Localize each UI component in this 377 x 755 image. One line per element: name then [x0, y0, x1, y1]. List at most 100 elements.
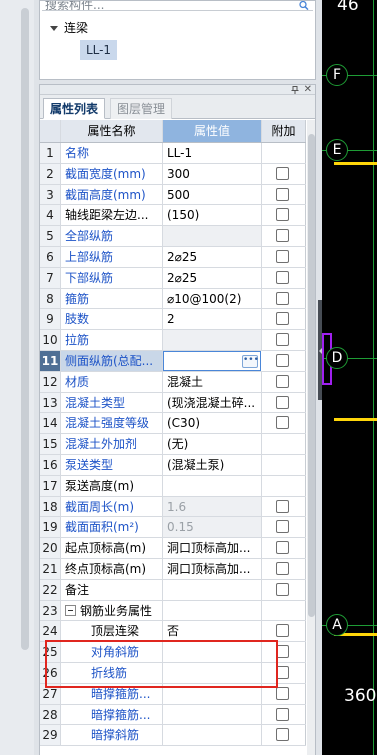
row-number: 22: [40, 579, 61, 600]
attach-checkbox[interactable]: [276, 728, 289, 742]
table-row[interactable]: 11 侧面纵筋(总配... •••: [40, 350, 306, 372]
property-value[interactable]: 0.15: [163, 517, 262, 538]
table-row[interactable]: 23 钢筋业务属性: [40, 600, 306, 622]
extra-cell: [262, 350, 306, 371]
property-value[interactable]: 洞口顶标高加...: [163, 558, 262, 579]
cad-canvas[interactable]: 46 F E D A 360: [322, 0, 377, 755]
property-value[interactable]: [163, 226, 262, 246]
table-row[interactable]: 4 轴线距梁左边... (150): [40, 205, 306, 227]
attach-checkbox[interactable]: [276, 499, 289, 513]
table-row[interactable]: 8 箍筋 ⌀10@100(2): [40, 288, 306, 310]
header-extra[interactable]: 附加: [262, 120, 306, 142]
row-number: 23: [40, 600, 61, 621]
attach-checkbox[interactable]: [276, 333, 289, 347]
property-value[interactable]: 2⌀25: [163, 267, 262, 288]
table-row[interactable]: 10 拉筋: [40, 330, 306, 351]
tab-properties[interactable]: 属性列表: [43, 98, 106, 119]
attach-checkbox[interactable]: [276, 707, 289, 721]
attach-checkbox[interactable]: [276, 249, 289, 263]
grid-scrollbar-thumb[interactable]: [308, 134, 315, 617]
attach-checkbox[interactable]: [276, 541, 289, 555]
property-name: 上部纵筋: [61, 246, 163, 267]
row-number: 18: [40, 496, 61, 517]
property-value[interactable]: (150): [163, 205, 262, 226]
header-value[interactable]: 属性值: [163, 120, 262, 142]
property-value[interactable]: [163, 600, 262, 621]
attach-checkbox[interactable]: [276, 187, 289, 201]
table-row[interactable]: 29 暗撑斜筋: [40, 725, 306, 747]
search-icon[interactable]: [299, 1, 309, 10]
collapse-group-icon[interactable]: [65, 604, 76, 616]
property-value[interactable]: [163, 475, 262, 496]
table-row[interactable]: 22 备注: [40, 579, 306, 601]
tree-node-lianliang[interactable]: 连梁: [50, 20, 88, 36]
pin-icon[interactable]: [291, 86, 299, 94]
property-value[interactable]: [163, 704, 262, 725]
property-value[interactable]: (C30): [163, 413, 262, 434]
attach-checkbox[interactable]: [276, 686, 289, 700]
property-value[interactable]: [163, 579, 262, 600]
tab-layers[interactable]: 图层管理: [110, 98, 173, 119]
table-row[interactable]: 14 混凝土强度等级 (C30): [40, 413, 306, 435]
property-name: 全部纵筋: [61, 226, 163, 246]
property-value[interactable]: [163, 725, 262, 746]
attach-checkbox[interactable]: [276, 166, 289, 180]
attach-checkbox[interactable]: [276, 582, 289, 596]
attach-checkbox[interactable]: [276, 312, 289, 326]
table-row[interactable]: 9 肢数 2: [40, 309, 306, 331]
table-row[interactable]: 7 下部纵筋 2⌀25: [40, 267, 306, 289]
attach-checkbox[interactable]: [276, 416, 289, 430]
tree-leaf-ll1[interactable]: LL-1: [80, 40, 117, 60]
search-placeholder: 搜索构件...: [45, 1, 105, 11]
table-row[interactable]: 17 泵送高度(m): [40, 475, 306, 497]
table-row[interactable]: 13 混凝土类型 (现浇混凝土碎...: [40, 392, 306, 414]
attach-checkbox[interactable]: [276, 624, 289, 638]
property-value-input[interactable]: •••: [163, 350, 261, 371]
attach-checkbox[interactable]: [276, 270, 289, 284]
property-value[interactable]: 2⌀25: [163, 246, 262, 267]
attach-checkbox[interactable]: [276, 561, 289, 575]
attach-checkbox[interactable]: [276, 291, 289, 305]
table-row[interactable]: 3 截面高度(mm) 500: [40, 184, 306, 206]
attach-checkbox[interactable]: [276, 374, 289, 388]
attach-checkbox[interactable]: [276, 229, 289, 243]
property-value[interactable]: 混凝土: [163, 371, 262, 392]
grid-scrollbar[interactable]: [307, 120, 315, 755]
table-row[interactable]: 28 暗撑箍筋...: [40, 704, 306, 726]
property-value[interactable]: 500: [163, 184, 262, 205]
table-row[interactable]: 16 泵送类型 (混凝土泵): [40, 454, 306, 476]
property-value[interactable]: (混凝土泵): [163, 454, 262, 475]
left-scrollbar[interactable]: [21, 8, 29, 650]
search-input[interactable]: 搜索构件...: [42, 1, 313, 11]
attach-checkbox[interactable]: [276, 208, 289, 222]
property-value[interactable]: 2: [163, 309, 262, 330]
table-row[interactable]: 19 截面面积(m²) 0.15: [40, 517, 306, 539]
property-value[interactable]: (现浇混凝土碎...: [163, 392, 262, 413]
table-row[interactable]: 15 混凝土外加剂 (无): [40, 434, 306, 455]
table-row[interactable]: 12 材质 混凝土: [40, 371, 306, 393]
table-row[interactable]: 18 截面周长(m) 1.6: [40, 496, 306, 518]
ellipsis-button[interactable]: •••: [242, 354, 259, 368]
property-value[interactable]: 300: [163, 163, 262, 184]
table-row[interactable]: 21 终点顶标高(m) 洞口顶标高加...: [40, 558, 306, 580]
expand-triangle-icon[interactable]: [50, 26, 58, 31]
table-row[interactable]: 6 上部纵筋 2⌀25: [40, 246, 306, 268]
attach-checkbox[interactable]: [276, 520, 289, 534]
header-num: [40, 120, 61, 142]
property-value[interactable]: 1.6: [163, 496, 262, 517]
table-row[interactable]: 24 顶层连梁否: [40, 621, 306, 643]
header-name[interactable]: 属性名称: [61, 120, 163, 142]
property-value[interactable]: 洞口顶标高加...: [163, 538, 262, 558]
table-row[interactable]: 2 截面宽度(mm) 300: [40, 163, 306, 185]
property-value[interactable]: (无): [163, 434, 262, 454]
attach-checkbox[interactable]: [276, 395, 289, 409]
table-row[interactable]: 1 名称 LL-1: [40, 143, 306, 164]
property-value[interactable]: LL-1: [163, 143, 262, 163]
attach-checkbox[interactable]: [276, 353, 289, 367]
property-value[interactable]: 否: [163, 621, 262, 642]
property-value[interactable]: ⌀10@100(2): [163, 288, 262, 309]
table-row[interactable]: 5 全部纵筋: [40, 226, 306, 247]
close-icon[interactable]: ✕: [304, 85, 312, 95]
property-value[interactable]: [163, 330, 262, 350]
table-row[interactable]: 20 起点顶标高(m) 洞口顶标高加...: [40, 538, 306, 559]
